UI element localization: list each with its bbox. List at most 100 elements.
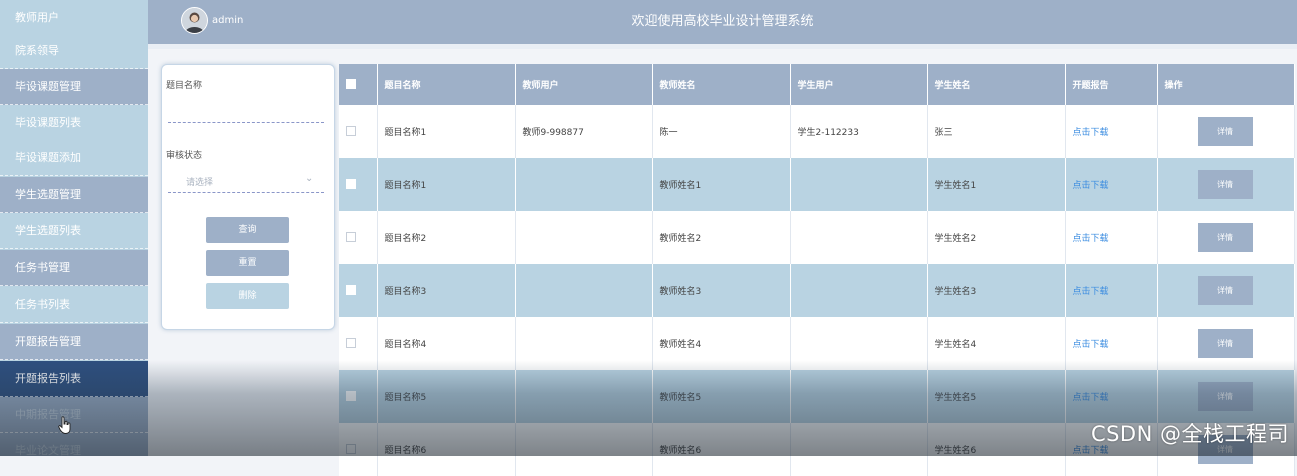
table-row: 题目名称3 教师姓名3 学生姓名3 点击下载 详情 xyxy=(339,264,1295,317)
sidebar-item-department-leaders[interactable]: 院系领导 xyxy=(0,33,148,69)
sidebar-item-topic-list[interactable]: 毕设课题列表 xyxy=(0,105,148,141)
row-select-cell xyxy=(339,264,378,317)
sidebar-group-selection-management[interactable]: 学生选题管理 xyxy=(0,177,148,213)
table-row: 题目名称1 教师姓名1 学生姓名1 点击下载 详情 xyxy=(339,158,1295,211)
row-checkbox[interactable] xyxy=(346,391,356,402)
sidebar-group-thesis-management[interactable]: 毕业论文管理 xyxy=(0,433,148,456)
sidebar-group-topic-management[interactable]: 毕设课题管理 xyxy=(0,69,148,105)
cell-student-name: 张三 xyxy=(927,105,1066,158)
sidebar-item-selection-list[interactable]: 学生选题列表 xyxy=(0,213,148,249)
report-cell: 点击下载 xyxy=(1065,264,1158,317)
row-select-cell xyxy=(339,370,378,423)
download-link[interactable]: 点击下载 xyxy=(1073,393,1109,403)
cell-student-name: 学生姓名1 xyxy=(927,158,1066,211)
cell-title: 题目名称1 xyxy=(377,105,516,158)
cell-teacher-user xyxy=(515,423,653,476)
sidebar: 教师用户 院系领导 毕设课题管理 毕设课题列表 毕设课题添加 学生选题管理 学生… xyxy=(0,0,148,456)
cell-student-user xyxy=(790,423,928,476)
download-link[interactable]: 点击下载 xyxy=(1073,287,1109,297)
action-cell: 详情 xyxy=(1157,158,1295,211)
data-table: 题目名称 教师用户 教师姓名 学生用户 学生姓名 开题报告 操作 题目名称1 教师… xyxy=(339,64,1295,476)
sidebar-item-teacher-users[interactable]: 教师用户 xyxy=(0,0,148,36)
table-header-row: 题目名称 教师用户 教师姓名 学生用户 学生姓名 开题报告 操作 xyxy=(339,64,1295,105)
row-checkbox[interactable] xyxy=(346,126,356,137)
download-link[interactable]: 点击下载 xyxy=(1073,234,1109,244)
column-header: 题目名称 xyxy=(377,64,516,105)
row-select-cell xyxy=(339,317,378,370)
sidebar-item-proposal-list[interactable]: 开题报告列表 xyxy=(0,361,148,397)
cell-student-name: 学生姓名3 xyxy=(927,264,1066,317)
hand-cursor-icon xyxy=(58,416,71,434)
cell-student-name: 学生姓名5 xyxy=(927,370,1066,423)
chevron-down-icon: ⌄ xyxy=(305,173,314,184)
column-header: 教师用户 xyxy=(515,64,653,105)
top-header: admin 欢迎使用高校毕业设计管理系统 xyxy=(148,0,1297,49)
query-button[interactable]: 查询 xyxy=(206,217,289,243)
cell-title: 题目名称4 xyxy=(377,317,516,370)
column-header: 开题报告 xyxy=(1065,64,1158,105)
detail-button[interactable]: 详情 xyxy=(1197,170,1253,199)
row-select-cell xyxy=(339,423,378,476)
cell-student-user xyxy=(790,317,928,370)
download-link[interactable]: 点击下载 xyxy=(1073,340,1109,350)
report-cell: 点击下载 xyxy=(1065,317,1158,370)
cell-teacher-name: 教师姓名4 xyxy=(652,317,791,370)
cell-teacher-user xyxy=(515,317,653,370)
search-panel: 题目名称 审核状态 请选择 ⌄ 查询 重置 删除 xyxy=(161,64,335,330)
sidebar-item-topic-add[interactable]: 毕设课题添加 xyxy=(0,140,148,176)
row-checkbox[interactable] xyxy=(346,232,356,243)
report-cell: 点击下载 xyxy=(1065,211,1158,264)
table-row: 题目名称5 教师姓名5 学生姓名5 点击下载 详情 xyxy=(339,370,1295,423)
status-select-underline xyxy=(168,192,324,193)
table-row: 题目名称2 教师姓名2 学生姓名2 点击下载 详情 xyxy=(339,211,1295,264)
cell-student-name: 学生姓名2 xyxy=(927,211,1066,264)
row-checkbox[interactable] xyxy=(346,444,356,455)
row-select-cell xyxy=(339,158,378,211)
action-cell: 详情 xyxy=(1157,264,1295,317)
column-header: 学生用户 xyxy=(790,64,928,105)
cell-teacher-name: 教师姓名6 xyxy=(652,423,791,476)
sidebar-group-task-management[interactable]: 任务书管理 xyxy=(0,250,148,286)
report-cell: 点击下载 xyxy=(1065,370,1158,423)
detail-button[interactable]: 详情 xyxy=(1197,223,1253,252)
sidebar-item-task-list[interactable]: 任务书列表 xyxy=(0,287,148,323)
status-select-placeholder: 请选择 xyxy=(186,178,214,188)
cell-teacher-name: 教师姓名5 xyxy=(652,370,791,423)
sidebar-group-midterm-management[interactable]: 中期报告管理 xyxy=(0,397,148,433)
cell-teacher-name: 教师姓名3 xyxy=(652,264,791,317)
cell-teacher-name: 教师姓名2 xyxy=(652,211,791,264)
action-cell: 详情 xyxy=(1157,105,1295,158)
detail-button[interactable]: 详情 xyxy=(1197,117,1253,146)
select-all-checkbox[interactable] xyxy=(346,79,356,90)
cell-teacher-user xyxy=(515,211,653,264)
row-checkbox[interactable] xyxy=(346,179,356,190)
cell-title: 题目名称3 xyxy=(377,264,516,317)
sidebar-group-proposal-management[interactable]: 开题报告管理 xyxy=(0,324,148,360)
action-cell: 详情 xyxy=(1157,370,1295,423)
download-link[interactable]: 点击下载 xyxy=(1073,128,1109,138)
row-checkbox[interactable] xyxy=(346,338,356,349)
cell-student-name: 学生姓名6 xyxy=(927,423,1066,476)
detail-button[interactable]: 详情 xyxy=(1197,382,1253,411)
cell-student-user xyxy=(790,158,928,211)
detail-button[interactable]: 详情 xyxy=(1197,329,1253,358)
cell-student-name: 学生姓名4 xyxy=(927,317,1066,370)
site-title: 欢迎使用高校毕业设计管理系统 xyxy=(631,14,814,29)
row-checkbox[interactable] xyxy=(346,285,356,296)
cell-teacher-name: 教师姓名1 xyxy=(652,158,791,211)
cell-teacher-user xyxy=(515,370,653,423)
cell-teacher-name: 陈一 xyxy=(652,105,791,158)
detail-button[interactable]: 详情 xyxy=(1197,276,1253,305)
action-cell: 详情 xyxy=(1157,317,1295,370)
table-row: 题目名称4 教师姓名4 学生姓名4 点击下载 详情 xyxy=(339,317,1295,370)
action-cell: 详情 xyxy=(1157,211,1295,264)
cell-title: 题目名称1 xyxy=(377,158,516,211)
cell-teacher-user xyxy=(515,158,653,211)
delete-button[interactable]: 删除 xyxy=(206,283,289,309)
title-input[interactable] xyxy=(168,95,324,121)
reset-button[interactable]: 重置 xyxy=(206,250,289,276)
cell-student-user xyxy=(790,211,928,264)
select-all-cell xyxy=(339,64,378,105)
status-field-label: 审核状态 xyxy=(166,151,203,161)
download-link[interactable]: 点击下载 xyxy=(1073,181,1109,191)
